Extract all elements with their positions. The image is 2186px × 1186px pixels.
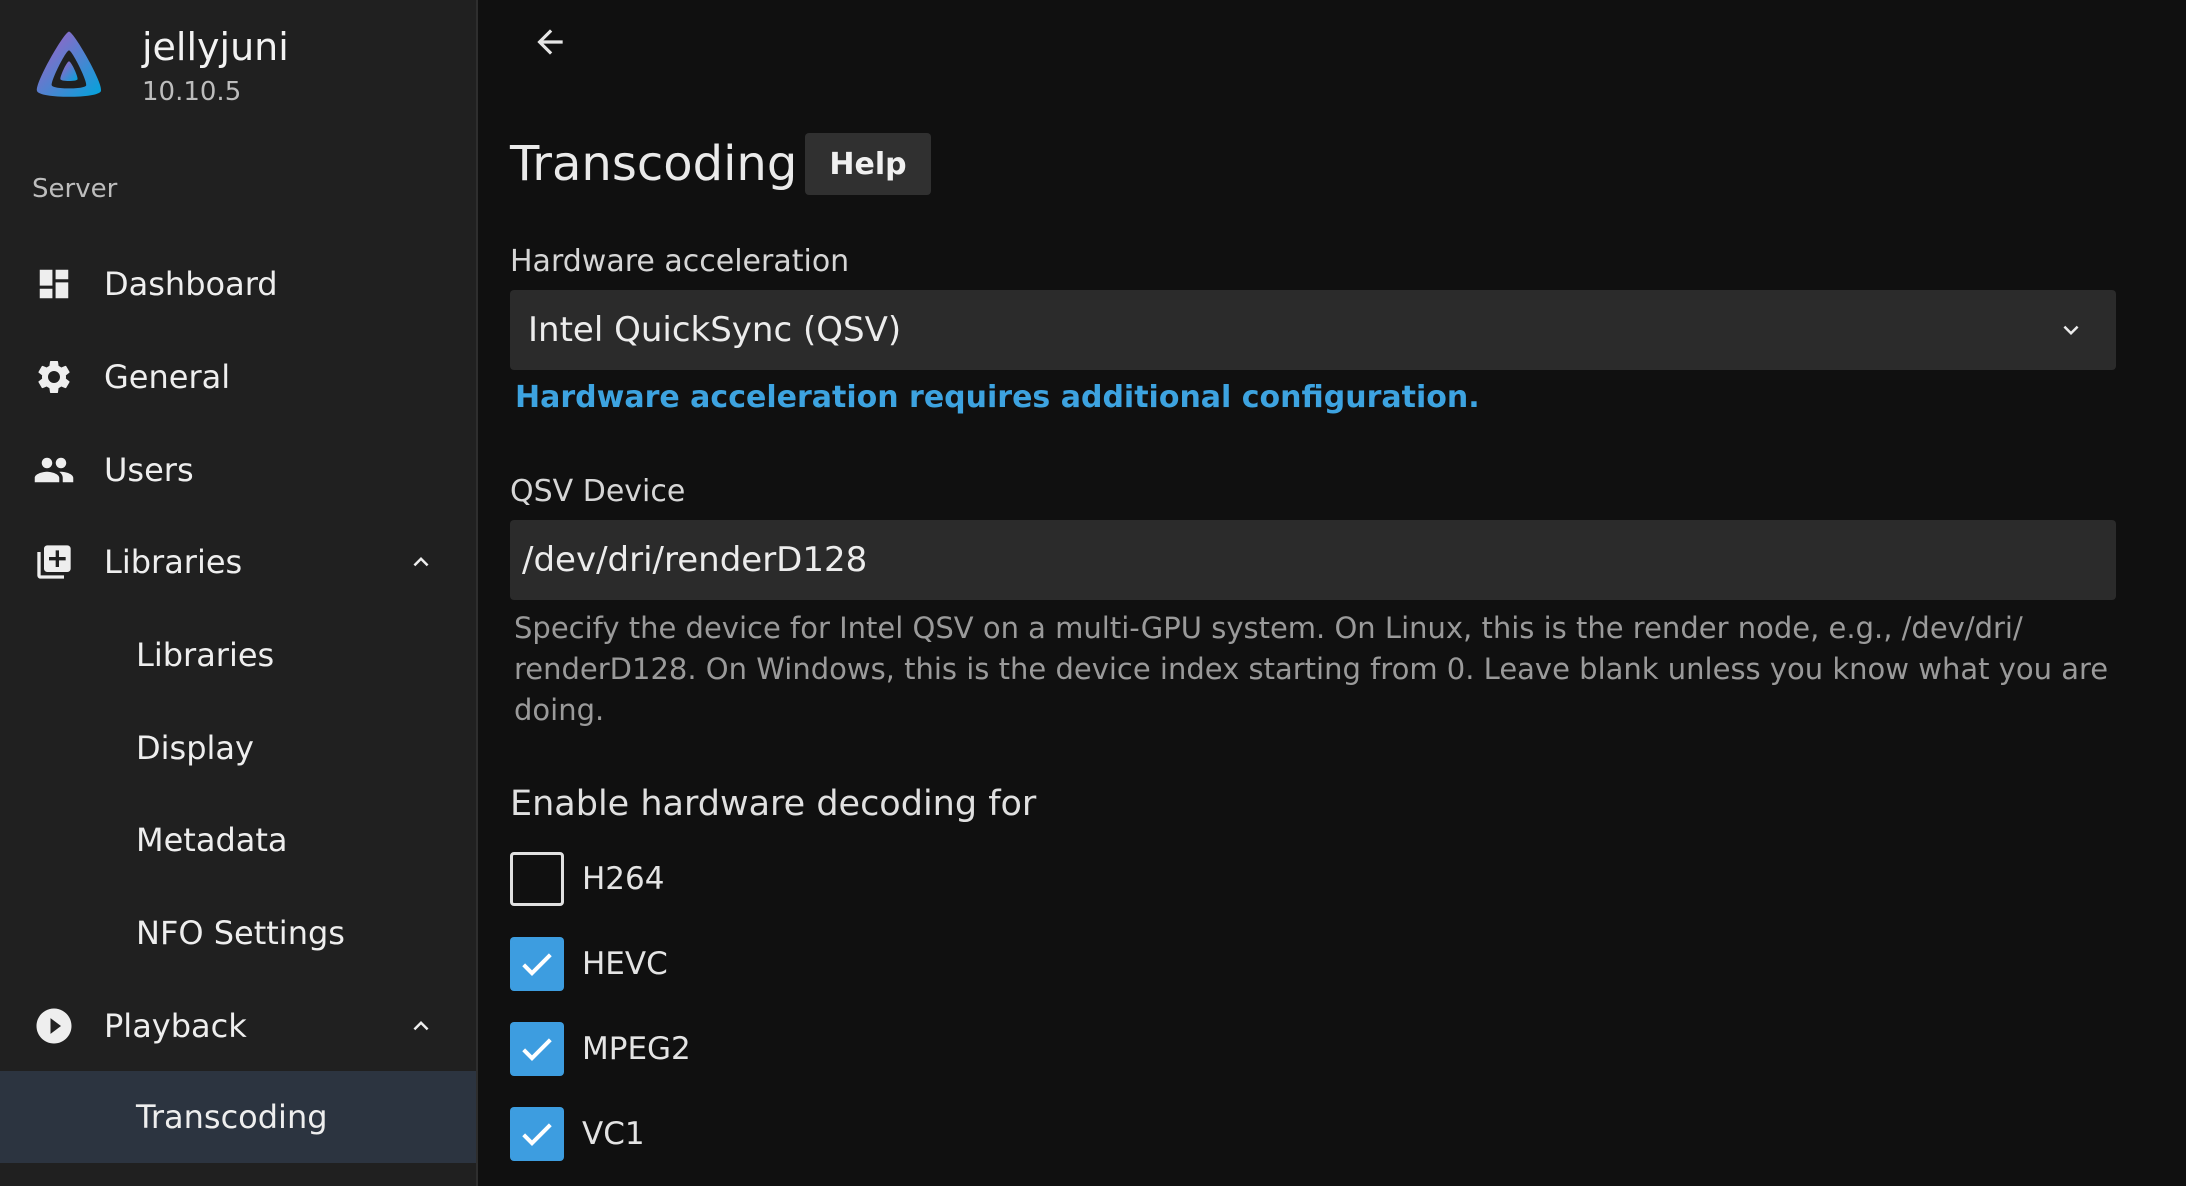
sidebar: jellyjuni 10.10.5 Server Dashboard Gener… [0, 0, 478, 1186]
hw-decoding-heading: Enable hardware decoding for [510, 784, 1037, 824]
hw-accel-select[interactable]: Intel QuickSync (QSV) [510, 290, 2116, 370]
checkmark-icon [522, 953, 552, 976]
qsv-device-help: Specify the device for Intel QSV on a mu… [514, 611, 2109, 727]
checkbox-checked[interactable] [510, 1022, 564, 1076]
sidebar-item-transcoding[interactable]: Transcoding [0, 1071, 476, 1163]
chevron-down-icon [2063, 325, 2079, 335]
hw-accel-config-link[interactable]: Hardware acceleration requires additiona… [515, 380, 1480, 415]
users-icon [32, 448, 76, 492]
dashboard-icon [32, 262, 76, 306]
sidebar-item-label: Transcoding [136, 1098, 328, 1136]
qsv-device-input[interactable] [510, 520, 2116, 600]
checkbox-unchecked[interactable] [510, 852, 564, 906]
checkbox-label: VC1 [582, 1116, 645, 1152]
sidebar-item-metadata[interactable]: Metadata [0, 794, 476, 886]
chevron-up-icon [413, 1021, 429, 1031]
arrow-back-icon [537, 29, 563, 55]
sidebar-item-label: Users [104, 451, 194, 489]
codec-checkbox-vc1[interactable]: VC1 [510, 1106, 645, 1162]
codec-checkbox-h264[interactable]: H264 [510, 851, 664, 907]
sidebar-item-label: Libraries [136, 636, 275, 674]
sidebar-item-label: Dashboard [104, 265, 278, 303]
brand[interactable]: jellyjuni 10.10.5 [30, 25, 289, 107]
help-button[interactable]: Help [805, 133, 931, 195]
hw-accel-selected-value: Intel QuickSync (QSV) [528, 310, 902, 350]
sidebar-item-label: NFO Settings [136, 914, 345, 952]
sidebar-item-users[interactable]: Users [0, 424, 476, 516]
back-button[interactable] [522, 14, 578, 70]
sidebar-item-libraries[interactable]: Libraries [0, 609, 476, 701]
library-add-icon [32, 540, 76, 584]
chevron-up-icon [413, 557, 429, 567]
codec-checkbox-mpeg2[interactable]: MPEG2 [510, 1021, 691, 1077]
sidebar-item-display[interactable]: Display [0, 702, 476, 794]
qsv-device-label: QSV Device [510, 474, 686, 509]
sidebar-item-dashboard[interactable]: Dashboard [0, 238, 476, 330]
checkbox-checked[interactable] [510, 1107, 564, 1161]
sidebar-item-label: Libraries [104, 543, 243, 581]
sidebar-section-label: Server [32, 174, 118, 204]
checkmark-icon [522, 1038, 552, 1061]
sidebar-item-label: General [104, 358, 231, 396]
sidebar-item-general[interactable]: General [0, 331, 476, 423]
checkbox-checked[interactable] [510, 937, 564, 991]
sidebar-item-label: Display [136, 729, 254, 767]
sidebar-item-label: Playback [104, 1007, 247, 1045]
sidebar-item-playback-group[interactable]: Playback [0, 980, 476, 1072]
checkbox-label: HEVC [582, 946, 668, 982]
hw-accel-label: Hardware acceleration [510, 244, 850, 279]
gear-icon [32, 355, 76, 399]
sidebar-item-libraries-group[interactable]: Libraries [0, 516, 476, 608]
sidebar-item-nfo-settings[interactable]: NFO Settings [0, 887, 476, 979]
play-circle-icon [32, 1004, 76, 1048]
checkmark-icon [522, 1123, 552, 1146]
sidebar-item-label: Metadata [136, 821, 288, 859]
page-title: Transcoding [510, 136, 798, 192]
jellyfin-logo-icon [36, 31, 102, 97]
server-name: jellyjuni [142, 25, 289, 69]
server-version: 10.10.5 [142, 77, 242, 107]
checkbox-label: MPEG2 [582, 1031, 691, 1067]
checkbox-label: H264 [582, 861, 665, 897]
codec-checkbox-hevc[interactable]: HEVC [510, 936, 668, 992]
